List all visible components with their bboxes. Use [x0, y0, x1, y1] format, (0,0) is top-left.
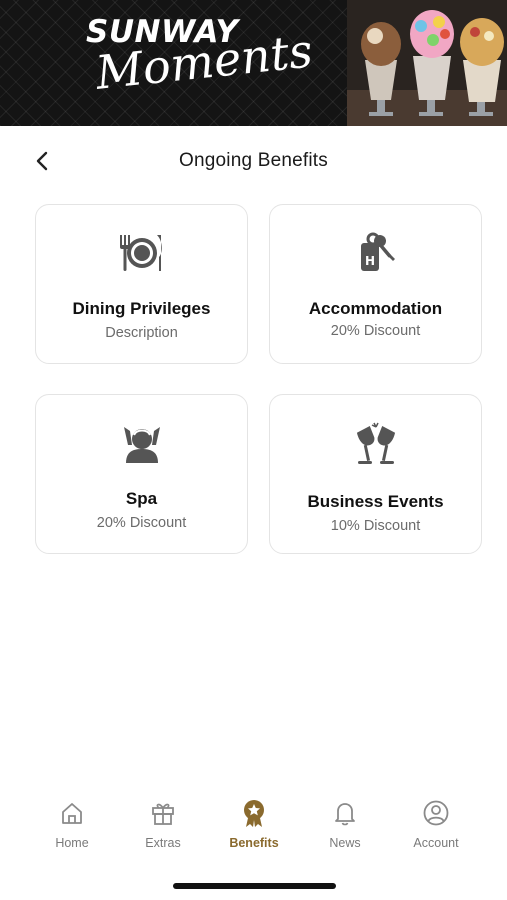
bell-icon: [335, 803, 355, 826]
nav-label: Extras: [145, 836, 181, 850]
page-title: Ongoing Benefits: [179, 150, 328, 171]
dining-plate-icon: [119, 235, 162, 271]
nav-extras[interactable]: Extras: [118, 796, 208, 850]
nav-home[interactable]: Home: [27, 796, 117, 850]
nav-news[interactable]: News: [300, 796, 390, 850]
page-header: Ongoing Benefits: [0, 140, 507, 184]
card-subtitle: Description: [105, 325, 178, 341]
nav-benefits[interactable]: Benefits: [209, 796, 299, 850]
card-subtitle: 20% Discount: [96, 515, 187, 531]
benefits-badge-icon: [244, 800, 264, 827]
card-title: Business Events: [307, 492, 444, 511]
nav-label: Home: [55, 836, 89, 850]
hotel-key-icon: H: [360, 232, 395, 271]
nav-label: Account: [413, 836, 459, 850]
benefit-card-spa[interactable]: Spa 20% Discount: [35, 394, 248, 554]
nav-label: News: [329, 836, 361, 850]
card-title: Spa: [125, 489, 158, 508]
nav-account[interactable]: Account: [391, 796, 481, 850]
benefit-card-dining[interactable]: Dining Privileges Description: [35, 204, 248, 364]
bottom-nav: Home Extras Benefits News Account: [0, 796, 507, 860]
benefit-card-business-events[interactable]: Business Events 10% Discount: [269, 394, 482, 554]
milkshakes-image: [347, 0, 507, 126]
card-subtitle: 10% Discount: [330, 518, 421, 534]
spa-icon: [123, 427, 160, 463]
card-title: Accommodation: [308, 299, 443, 318]
home-indicator: [173, 883, 336, 889]
champagne-toast-icon: [356, 422, 395, 464]
benefit-card-accommodation[interactable]: H Accommodation 20% Discount: [269, 204, 482, 364]
header-banner: SUNWAY Moments: [0, 0, 507, 126]
nav-label: Benefits: [229, 836, 279, 850]
account-icon: [423, 800, 449, 826]
card-title: Dining Privileges: [72, 299, 211, 318]
svg-text:H: H: [364, 254, 374, 268]
home-icon: [62, 803, 82, 824]
gift-icon: [152, 803, 174, 825]
card-subtitle: 20% Discount: [330, 323, 421, 339]
